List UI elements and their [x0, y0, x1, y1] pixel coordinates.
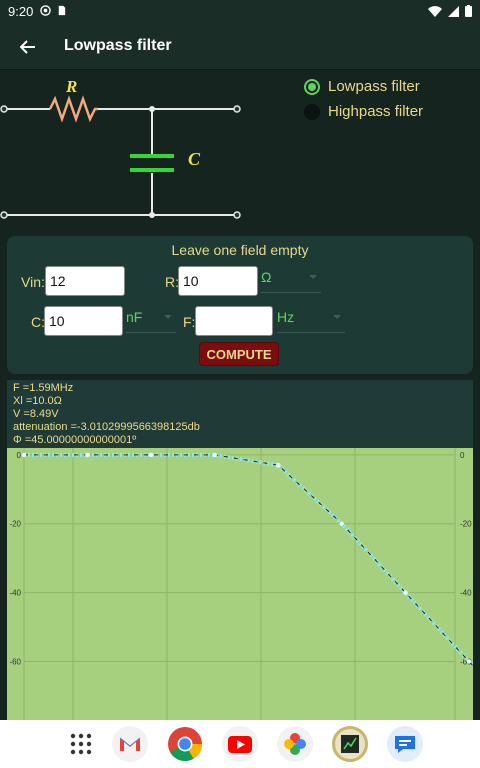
f-label: F: — [183, 314, 196, 330]
result-reactance: Xl =10.0Ω — [13, 395, 62, 407]
radio-unchecked-icon — [304, 103, 320, 120]
data-point — [466, 659, 472, 664]
filter-type-group: Lowpass filter Highpass filter — [304, 74, 423, 124]
back-button[interactable] — [14, 34, 42, 60]
bode-plot-svg: 0 0-20 -20-40 -40-60 -60 — [9, 448, 473, 720]
signal-icon — [448, 5, 459, 17]
result-attenuation: attenuation =-3.0102999566398125db — [13, 421, 200, 433]
capacitor-symbol — [130, 154, 174, 172]
results-panel: F =1.59MHz Xl =10.0Ω V =8.49V attenuatio… — [7, 380, 473, 448]
vin-input[interactable] — [45, 266, 125, 296]
chevron-down-icon — [309, 275, 317, 279]
c-unit-dropdown[interactable]: nF — [126, 309, 176, 333]
result-voltage: V =8.49V — [13, 408, 59, 420]
highpass-radio[interactable]: Highpass filter — [304, 99, 423, 124]
sync-icon — [40, 5, 51, 16]
messages-app[interactable] — [387, 726, 423, 762]
data-point — [276, 463, 281, 468]
electronics-app[interactable] — [332, 726, 368, 762]
y-tick-label-right: -40 — [460, 589, 472, 598]
vin-label: Vin: — [21, 274, 45, 290]
chrome-icon — [168, 727, 202, 761]
lowpass-radio[interactable]: Lowpass filter — [304, 74, 423, 99]
status-time: 9:20 — [8, 4, 34, 19]
page-title: Lowpass filter — [64, 37, 172, 54]
youtube-icon — [228, 736, 252, 753]
compute-button[interactable]: COMPUTE — [199, 342, 279, 366]
chevron-down-icon — [164, 315, 172, 319]
app-bar: Lowpass filter — [0, 24, 480, 70]
r-unit-dropdown[interactable]: Ω — [261, 269, 321, 293]
c-label: C: — [31, 314, 45, 330]
wifi-icon — [428, 5, 442, 17]
battery-icon — [465, 5, 472, 17]
sim-icon — [58, 5, 66, 16]
panel-hint: Leave one field empty — [171, 242, 309, 258]
youtube-app[interactable] — [222, 726, 258, 762]
arrow-back-icon — [20, 40, 35, 54]
chrome-app[interactable] — [167, 726, 203, 762]
response-curve — [24, 452, 473, 669]
rc-circuit-diagram: R C — [0, 77, 241, 219]
c-unit-value: nF — [126, 309, 143, 325]
data-point — [212, 452, 217, 458]
result-phase: Φ =45.00000000000001º — [13, 434, 137, 446]
y-tick-label-right: 0 — [460, 451, 465, 460]
data-point — [21, 452, 27, 458]
gmail-icon — [119, 737, 141, 751]
y-tick-label-left: -20 — [9, 520, 21, 529]
bode-plot: 0 0 -20 -20 -40 -40 -60 -60 — [7, 448, 473, 720]
messages-icon — [395, 736, 415, 753]
f-unit-dropdown[interactable]: Hz — [277, 309, 345, 333]
status-bar: 9:20 — [0, 0, 480, 24]
chevron-down-icon — [333, 315, 341, 319]
f-input[interactable] — [195, 306, 273, 336]
asymptote-line — [24, 454, 473, 667]
f-unit-value: Hz — [277, 309, 295, 325]
dock — [0, 720, 480, 768]
capacitor-label: C — [188, 149, 201, 169]
y-tick-label-right: -20 — [460, 520, 472, 529]
y-tick-label-left: 0 — [17, 451, 22, 460]
r-label: R: — [165, 274, 179, 290]
result-frequency: F =1.59MHz — [13, 382, 74, 394]
gmail-app[interactable] — [112, 726, 148, 762]
radio-checked-icon — [304, 78, 320, 95]
resistor-label: R — [65, 77, 77, 96]
r-input[interactable] — [178, 266, 258, 296]
y-tick-label-left: -60 — [9, 657, 21, 666]
app-drawer-button[interactable] — [63, 726, 99, 762]
input-panel: Leave one field empty Vin: R: Ω C: nF F:… — [7, 236, 473, 374]
data-point — [339, 521, 345, 526]
lowpass-radio-label: Lowpass filter — [328, 78, 420, 95]
data-point — [85, 452, 90, 458]
photos-app[interactable] — [277, 726, 313, 762]
c-input[interactable] — [44, 306, 123, 336]
highpass-radio-label: Highpass filter — [328, 103, 424, 120]
photos-icon — [284, 733, 306, 755]
data-point — [403, 590, 408, 595]
y-tick-label-left: -40 — [9, 589, 21, 598]
data-point — [148, 452, 154, 458]
r-unit-value: Ω — [261, 269, 272, 285]
apps-grid-icon — [70, 733, 92, 755]
app-icon — [341, 735, 359, 753]
resistor-symbol — [48, 95, 98, 123]
